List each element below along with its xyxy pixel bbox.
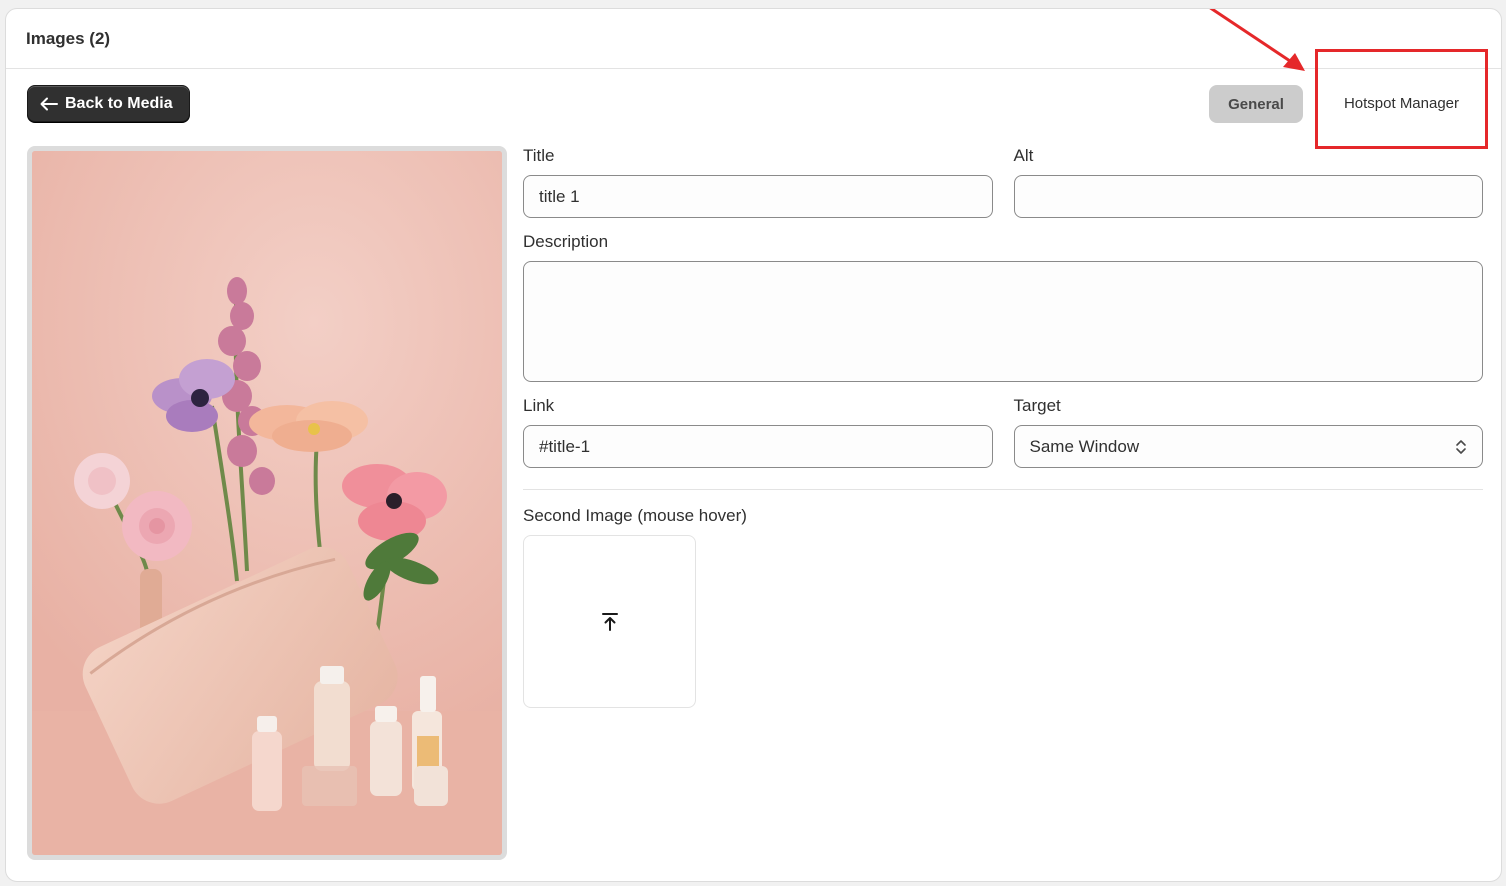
arrow-left-icon bbox=[40, 97, 58, 110]
title-input[interactable]: title 1 bbox=[523, 175, 993, 218]
alt-label: Alt bbox=[1013, 146, 1034, 165]
tab-general[interactable]: General bbox=[1209, 85, 1303, 123]
target-select[interactable]: Same Window bbox=[1013, 425, 1483, 468]
card-title: Images (2) bbox=[26, 28, 111, 48]
image-details-form: Title title 1 Alt Description Link #titl… bbox=[523, 146, 1483, 708]
description-textarea[interactable] bbox=[523, 261, 1483, 382]
alt-input[interactable] bbox=[1013, 175, 1483, 218]
second-image-label: Second Image (mouse hover) bbox=[523, 506, 747, 525]
tab-hotspot-manager-label: Hotspot Manager bbox=[1343, 94, 1460, 112]
product-photo-illustration bbox=[32, 151, 502, 855]
back-to-media-label: Back to Media bbox=[65, 94, 173, 112]
upload-icon bbox=[601, 612, 618, 631]
back-to-media-button[interactable]: Back to Media bbox=[27, 85, 190, 122]
section-divider bbox=[523, 489, 1483, 490]
tab-general-label: General bbox=[1228, 95, 1284, 113]
tab-hotspot-manager[interactable]: Hotspot Manager bbox=[1315, 49, 1488, 149]
second-image-upload[interactable] bbox=[523, 535, 696, 708]
link-label: Link bbox=[523, 396, 555, 415]
product-photo bbox=[32, 151, 502, 855]
target-select-value: Same Window bbox=[1029, 436, 1140, 456]
target-label: Target bbox=[1013, 396, 1061, 415]
description-label: Description bbox=[523, 232, 609, 251]
annotation-arrow bbox=[1209, 9, 1305, 71]
select-chevrons-icon bbox=[1456, 439, 1466, 454]
title-label: Title bbox=[523, 146, 555, 165]
image-preview-panel bbox=[27, 146, 507, 860]
image-editor-card: Images (2) Back to Media General Hotspot… bbox=[5, 8, 1502, 882]
link-input[interactable]: #title-1 bbox=[523, 425, 993, 468]
